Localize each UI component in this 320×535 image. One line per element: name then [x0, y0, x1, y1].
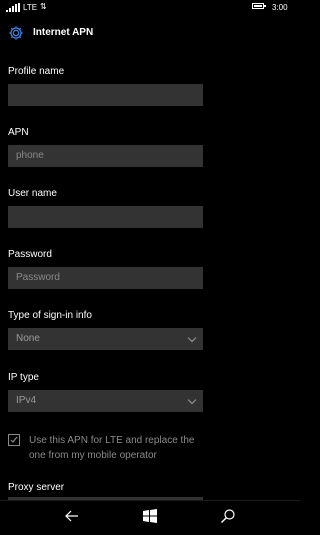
sign-in-type-label: Type of sign-in info: [8, 310, 92, 321]
data-connection-icon: ⇅: [40, 2, 47, 11]
network-type-label: LTE: [23, 3, 38, 12]
password-label: Password: [8, 249, 52, 260]
apn-label: APN: [8, 127, 29, 138]
page-title: Internet APN: [33, 27, 94, 38]
proxy-server-label: Proxy server: [8, 482, 65, 493]
user-name-field[interactable]: [8, 206, 203, 228]
profile-name-label: Profile name: [8, 66, 65, 77]
ip-type-label: IP type: [8, 372, 39, 383]
ip-type-value: IPv4: [16, 395, 37, 406]
profile-name-field[interactable]: [8, 84, 203, 106]
battery-icon: [252, 3, 266, 9]
chevron-down-icon: [187, 395, 197, 405]
checkmark-icon: [10, 436, 18, 443]
clock: 3:00: [272, 3, 288, 12]
back-arrow-icon[interactable]: [64, 508, 80, 524]
gear-icon: [9, 26, 23, 40]
password-placeholder: Password: [16, 272, 60, 283]
user-name-label: User name: [8, 188, 57, 199]
lte-checkbox-label[interactable]: Use this APN for LTE and replace the one…: [29, 433, 209, 463]
chevron-down-icon: [187, 333, 197, 343]
ip-type-dropdown[interactable]: IPv4: [8, 390, 203, 412]
sign-in-type-dropdown[interactable]: None: [8, 328, 203, 350]
apn-field[interactable]: phone: [8, 145, 203, 167]
signal-strength-icon: [6, 3, 20, 12]
status-bar: LTE ⇅ 3:00: [0, 0, 300, 14]
sign-in-type-value: None: [16, 333, 40, 344]
search-icon[interactable]: [220, 508, 236, 524]
lte-checkbox[interactable]: [8, 434, 20, 446]
password-field[interactable]: Password: [8, 267, 203, 289]
apn-placeholder: phone: [16, 150, 44, 161]
windows-logo-icon[interactable]: [142, 508, 158, 524]
